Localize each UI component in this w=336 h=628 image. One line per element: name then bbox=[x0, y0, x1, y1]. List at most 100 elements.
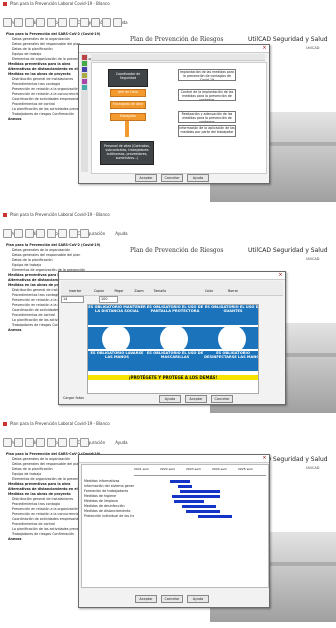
close-icon[interactable]: × bbox=[278, 273, 283, 278]
open-icon[interactable] bbox=[14, 18, 23, 27]
new-icon[interactable] bbox=[3, 438, 12, 447]
gantt-area[interactable]: 2021 sem 2022 sem 2023 sem 2024 sem 2025… bbox=[81, 464, 269, 588]
cancel-button[interactable]: Cancelar bbox=[161, 174, 183, 182]
gantt-bar[interactable] bbox=[180, 490, 220, 493]
help-button[interactable]: Ayuda bbox=[187, 174, 209, 182]
diagram-box[interactable]: Jefe de Obra bbox=[110, 89, 146, 97]
tool-icon[interactable] bbox=[82, 61, 87, 66]
brand-name: UtilCAD Seguridad y Salud bbox=[248, 247, 328, 254]
diagram-box[interactable]: Información de la aplicación de las medi… bbox=[178, 125, 236, 137]
diagram-box[interactable]: Realización y adecuación de las medidas … bbox=[178, 111, 236, 123]
zoom-select[interactable]: 100 bbox=[99, 296, 118, 303]
undo-icon[interactable] bbox=[80, 18, 89, 27]
help-button[interactable]: Ayuda bbox=[159, 395, 181, 403]
gantt-header: 2021 sem 2022 sem 2023 sem 2024 sem 2025… bbox=[134, 467, 266, 476]
save-icon[interactable] bbox=[25, 438, 34, 447]
sign-face-shield[interactable]: ES OBLIGATORIO EL USO DE PANTALLA PROTEC… bbox=[146, 305, 204, 325]
cancel-button[interactable]: Cancelar bbox=[211, 395, 233, 403]
sign-text: ES OBLIGATORIO LAVARSE LAS MANOS bbox=[90, 351, 144, 360]
diagram-box[interactable]: Implantación de las medidas para la prev… bbox=[178, 69, 236, 81]
redo-icon[interactable] bbox=[91, 18, 100, 27]
close-icon[interactable]: × bbox=[262, 46, 267, 51]
sign-social-distance[interactable]: ES OBLIGATORIO MANTENER LA DISTANCIA SOC… bbox=[88, 305, 146, 325]
diagram-box[interactable]: Personal de obra (Contratas, subcontrata… bbox=[100, 141, 154, 165]
dialog-title: Editor de fichas - Señalización COVID-19… bbox=[59, 272, 285, 288]
sign-sanitize[interactable]: ES OBLIGATORIO DESINFECTARSE LAS MANOS bbox=[204, 351, 259, 371]
delete-icon[interactable] bbox=[69, 18, 78, 27]
signs-canvas[interactable]: ES OBLIGATORIO MANTENER LA DISTANCIA SOC… bbox=[87, 304, 259, 394]
open-icon[interactable] bbox=[14, 229, 23, 238]
gantt-bar[interactable] bbox=[170, 480, 190, 483]
signs-toolbar: Insertar imagen Copiar Pegar Zoom Tamaño… bbox=[61, 281, 283, 296]
copy-icon[interactable] bbox=[47, 18, 56, 27]
delete-button[interactable]: Borrar bbox=[225, 289, 241, 294]
copy-button[interactable]: Copiar bbox=[91, 289, 107, 294]
diagram-box[interactable]: Control de la implantación de las medida… bbox=[178, 89, 236, 101]
delete-icon[interactable] bbox=[69, 229, 78, 238]
save-icon[interactable] bbox=[25, 18, 34, 27]
diagram-box[interactable]: Coordinador de Seguridad bbox=[108, 69, 148, 87]
brand-sub: UtilCAD bbox=[306, 46, 320, 50]
sign-sanitize-picture[interactable] bbox=[204, 325, 258, 353]
print-icon[interactable] bbox=[36, 229, 45, 238]
page-title: Plan de Prevención de Riesgos bbox=[130, 36, 224, 43]
gantt-bar[interactable] bbox=[178, 485, 192, 488]
gantt-bar[interactable] bbox=[198, 515, 232, 518]
help-button[interactable]: Ayuda bbox=[187, 595, 209, 603]
sign-wash-hands-picture[interactable] bbox=[88, 325, 146, 353]
help-icon[interactable] bbox=[113, 18, 122, 27]
open-icon[interactable] bbox=[14, 438, 23, 447]
gantt-bar[interactable] bbox=[186, 510, 220, 513]
close-icon[interactable]: × bbox=[262, 456, 267, 461]
sign-gloves[interactable]: ES OBLIGATORIO EL USO DE GUANTES bbox=[204, 305, 258, 325]
delete-icon[interactable] bbox=[69, 438, 78, 447]
accept-button[interactable]: Aceptar bbox=[185, 395, 207, 403]
gantt-bar[interactable] bbox=[182, 505, 216, 508]
sign-mask-picture[interactable] bbox=[146, 325, 204, 353]
screenshot-planning: Plan para la Prevención Laboral Covid-19… bbox=[0, 420, 336, 628]
tool-icon[interactable] bbox=[82, 73, 87, 78]
accept-button[interactable]: Aceptar bbox=[135, 595, 157, 603]
new-icon[interactable] bbox=[3, 229, 12, 238]
save-icon[interactable] bbox=[25, 229, 34, 238]
sign-wash-hands[interactable]: ES OBLIGATORIO LAVARSE LAS MANOS bbox=[88, 351, 146, 371]
undo-icon[interactable] bbox=[80, 229, 89, 238]
tool-icon[interactable] bbox=[82, 67, 87, 72]
diagram-box[interactable]: Trabajador bbox=[110, 113, 146, 121]
new-icon[interactable] bbox=[3, 18, 12, 27]
copy-icon[interactable] bbox=[47, 438, 56, 447]
paste-icon[interactable] bbox=[58, 18, 67, 27]
tool-icon[interactable] bbox=[82, 55, 87, 60]
cancel-button[interactable]: Cancelar bbox=[161, 595, 183, 603]
tool-icon[interactable] bbox=[82, 85, 87, 90]
app-icon bbox=[3, 213, 7, 217]
zoom-button[interactable]: Zoom bbox=[131, 289, 147, 294]
sign-masks[interactable]: ES OBLIGATORIO EL USO DE MASCARILLAS bbox=[146, 351, 204, 371]
size-button[interactable]: Tamaño bbox=[151, 289, 169, 294]
diagram-box[interactable]: Encargado de obra bbox=[110, 101, 146, 109]
zoom-icon[interactable] bbox=[102, 18, 111, 27]
print-icon[interactable] bbox=[36, 18, 45, 27]
font-size-select[interactable]: 14 bbox=[61, 296, 84, 303]
paste-button[interactable]: Pegar bbox=[111, 289, 127, 294]
toolbar bbox=[0, 227, 336, 239]
copy-icon[interactable] bbox=[47, 229, 56, 238]
paste-icon[interactable] bbox=[58, 229, 67, 238]
window-titlebar: Plan para la Prevención Laboral Covid-19… bbox=[0, 0, 336, 8]
screenshot-signs-editor: Plan para la Prevención Laboral Covid-19… bbox=[0, 211, 336, 416]
color-button[interactable]: Color bbox=[201, 289, 217, 294]
gantt-row-labels: Medidas informativas Información del sis… bbox=[84, 479, 134, 519]
window-titlebar: Plan para la Prevención Laboral Covid-19… bbox=[0, 211, 336, 219]
print-icon[interactable] bbox=[36, 438, 45, 447]
app-icon bbox=[3, 2, 7, 6]
undo-icon[interactable] bbox=[80, 438, 89, 447]
brand-name: UtilCAD Seguridad y Salud bbox=[248, 36, 328, 43]
paste-icon[interactable] bbox=[58, 438, 67, 447]
gantt-bar[interactable] bbox=[174, 500, 204, 503]
diagram-canvas[interactable]: Coordinador de Seguridad Implantación de… bbox=[91, 62, 267, 174]
tool-icon[interactable] bbox=[82, 79, 87, 84]
accept-button[interactable]: Aceptar bbox=[135, 174, 157, 182]
insert-image-button[interactable]: Insertar imagen bbox=[63, 289, 87, 294]
gantt-bar[interactable] bbox=[172, 495, 220, 498]
sign-text: ES OBLIGATORIO DESINFECTARSE LAS MANOS bbox=[204, 351, 259, 360]
